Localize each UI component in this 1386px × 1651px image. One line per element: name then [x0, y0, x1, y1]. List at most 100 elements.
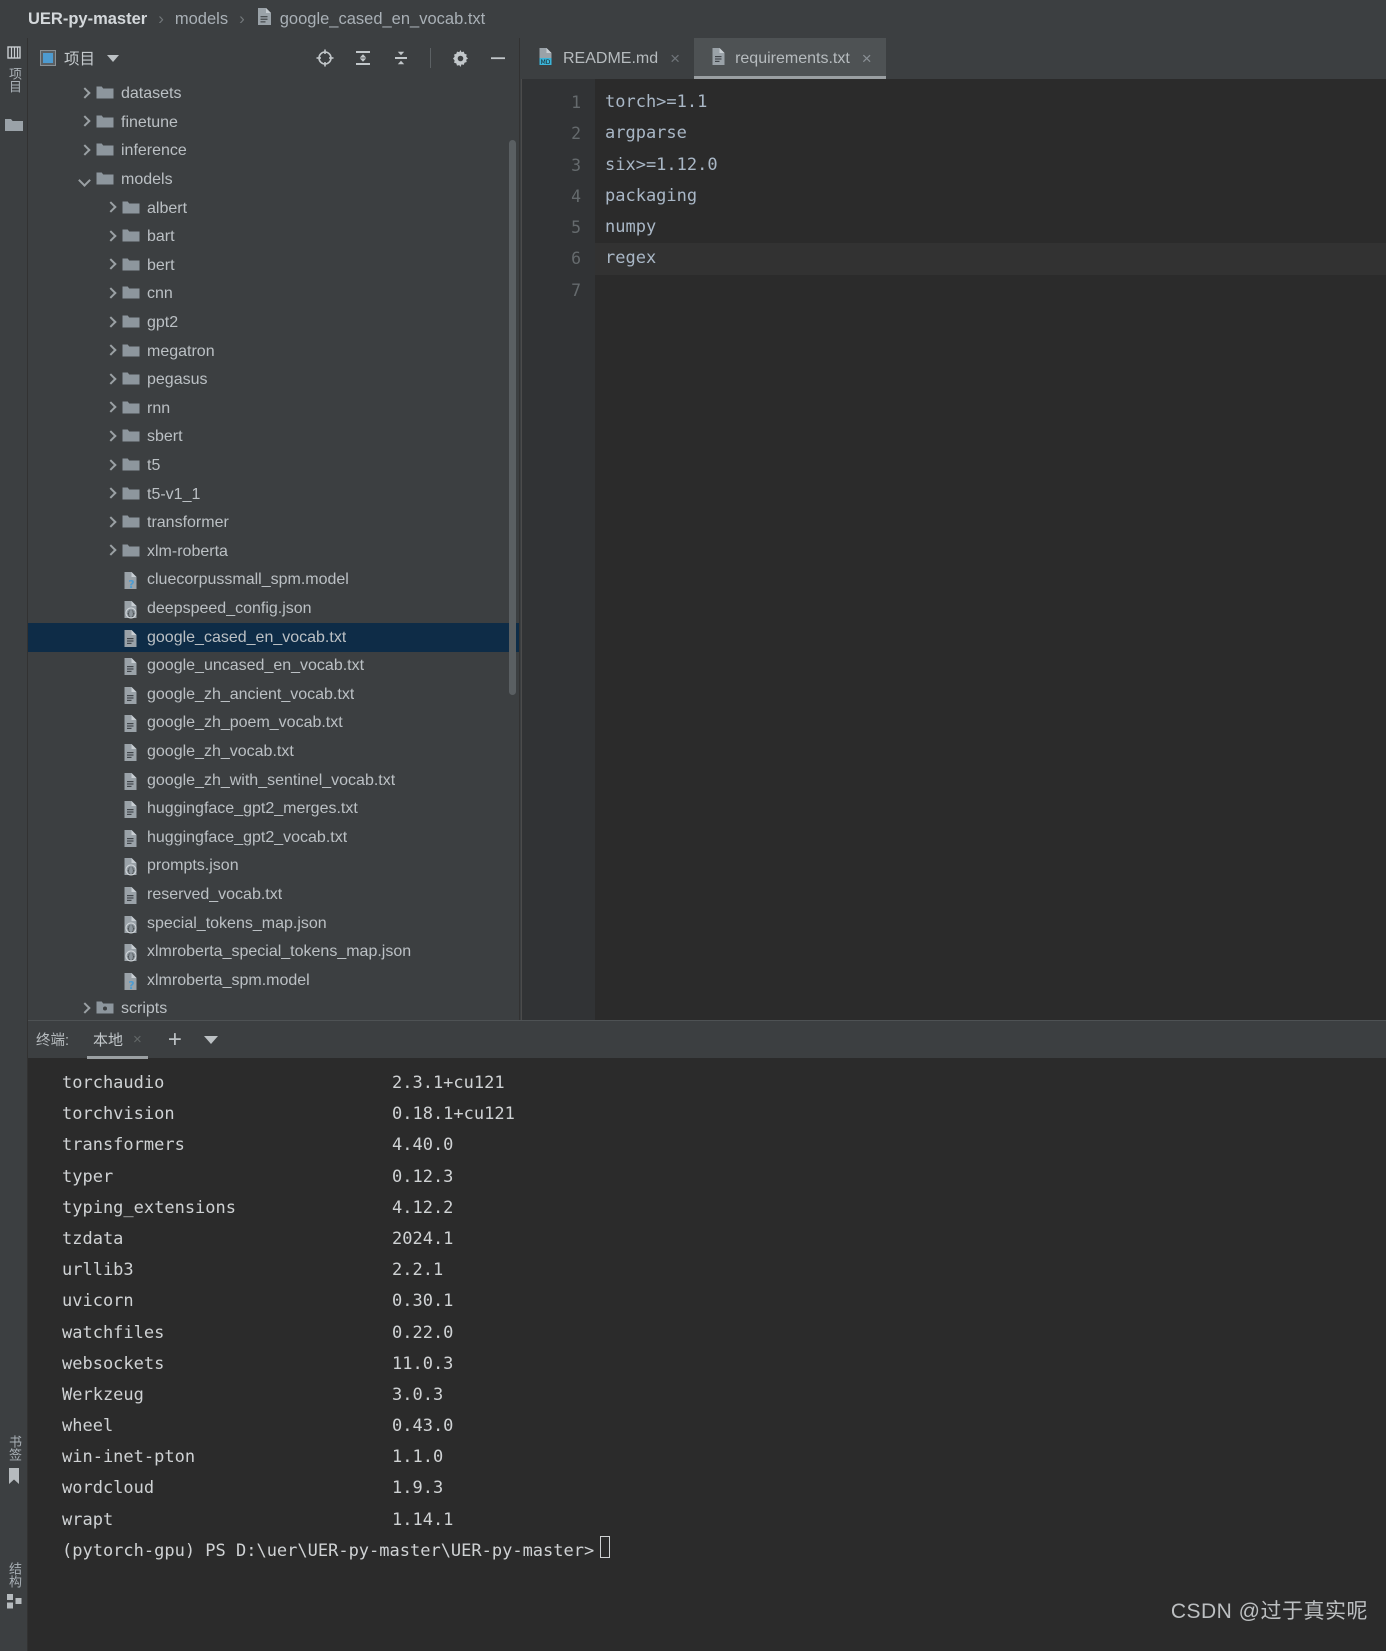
code-line[interactable]: regex — [595, 243, 1386, 275]
code-line[interactable]: six>=1.12.0 — [605, 150, 1386, 181]
tree-file-row[interactable]: huggingface_gpt2_merges.txt — [28, 795, 519, 824]
project-tree[interactable]: datasets finetune inference models albert bar… — [28, 78, 519, 1020]
terminal-caret — [600, 1535, 611, 1558]
chevron-right-icon[interactable] — [104, 402, 117, 415]
tree-folder-row[interactable]: pegasus — [28, 366, 519, 395]
tree-file-row[interactable]: google_cased_en_vocab.txt — [28, 623, 519, 652]
chevron-right-icon[interactable] — [104, 517, 117, 530]
chevron-right-icon[interactable] — [104, 288, 117, 301]
tree-file-row[interactable]: {} special_tokens_map.json — [28, 909, 519, 938]
chevron-right-icon[interactable] — [78, 88, 91, 101]
chevron-right-icon[interactable] — [78, 116, 91, 129]
chevron-down-icon[interactable] — [78, 174, 91, 187]
code-line[interactable]: torch>=1.1 — [605, 87, 1386, 118]
tree-folder-row[interactable]: transformer — [28, 509, 519, 538]
tree-file-row[interactable]: ? cluecorpussmall_spm.model — [28, 566, 519, 595]
tree-file-row[interactable]: {} deepspeed_config.json — [28, 595, 519, 624]
md-file-icon: MD — [537, 47, 555, 71]
locate-icon[interactable] — [314, 47, 336, 69]
txt-file-icon — [122, 629, 140, 647]
close-icon[interactable]: × — [862, 49, 872, 69]
tree-folder-row[interactable]: sbert — [28, 423, 519, 452]
tree-folder-row[interactable]: rnn — [28, 395, 519, 424]
tree-file-row[interactable]: ? xlmroberta_spm.model — [28, 966, 519, 995]
collapse-all-icon[interactable] — [390, 47, 412, 69]
tree-folder-row[interactable]: inference — [28, 137, 519, 166]
tree-file-row[interactable]: google_zh_ancient_vocab.txt — [28, 680, 519, 709]
chevron-right-icon[interactable] — [104, 202, 117, 215]
activity-tab-project[interactable]: 项目 — [0, 44, 28, 93]
tree-folder-row[interactable]: albert — [28, 194, 519, 223]
terminal-header: 终端: 本地 × + — [28, 1020, 1386, 1059]
no-arrow — [104, 946, 117, 959]
code-line[interactable]: packaging — [605, 181, 1386, 212]
terminal-panel: 终端: 本地 × + torchaudio 2.3.1+cu121 torchvis… — [28, 1020, 1386, 1651]
terminal-package-row: websockets 11.0.3 — [62, 1349, 1386, 1380]
folder-icon — [122, 486, 140, 504]
expand-all-icon[interactable] — [352, 47, 374, 69]
plus-icon[interactable]: + — [168, 1027, 182, 1052]
terminal-output[interactable]: torchaudio 2.3.1+cu121 torchvision 0.18.1+c… — [28, 1058, 1386, 1651]
tree-folder-row[interactable]: models — [28, 166, 519, 195]
tree-folder-row[interactable]: gpt2 — [28, 309, 519, 338]
tree-file-row[interactable]: {} xlmroberta_special_tokens_map.json — [28, 938, 519, 967]
activity-tab-folder[interactable] — [0, 116, 28, 139]
code-line[interactable]: numpy — [605, 212, 1386, 243]
editor-tab[interactable]: requirements.txt × — [694, 38, 886, 79]
chevron-down-icon[interactable] — [107, 54, 120, 62]
tree-folder-row[interactable]: t5 — [28, 452, 519, 481]
tree-folder-row[interactable]: cnn — [28, 280, 519, 309]
tree-folder-row[interactable]: datasets — [28, 80, 519, 109]
svg-text:{}: {} — [127, 610, 135, 618]
chevron-right-icon[interactable] — [104, 231, 117, 244]
chevron-right-icon[interactable] — [104, 545, 117, 558]
breadcrumb-file[interactable]: google_cased_en_vocab.txt — [280, 10, 486, 29]
tree-file-row[interactable]: google_zh_with_sentinel_vocab.txt — [28, 766, 519, 795]
tree-folder-row[interactable]: xlm-roberta — [28, 538, 519, 567]
code-content[interactable]: torch>=1.1 argparse six>=1.12.0 packaging nu… — [595, 79, 1386, 1020]
tree-file-row[interactable]: google_uncased_en_vocab.txt — [28, 652, 519, 681]
chevron-right-icon[interactable] — [104, 374, 117, 387]
tree-folder-row[interactable]: finetune — [28, 109, 519, 138]
tree-folder-row[interactable]: bart — [28, 223, 519, 252]
chevron-right-icon[interactable] — [104, 431, 117, 444]
code-view[interactable]: 1 2 3 4 5 6 7 torch>=1.1 argparse six>=1.12.0 pac… — [521, 79, 1386, 1020]
close-icon[interactable]: × — [670, 49, 680, 69]
code-line[interactable]: argparse — [605, 118, 1386, 149]
code-line[interactable] — [605, 275, 1386, 306]
tree-file-row[interactable]: {} prompts.json — [28, 852, 519, 881]
tree-file-row[interactable]: reserved_vocab.txt — [28, 881, 519, 910]
close-icon[interactable]: × — [133, 1031, 142, 1048]
folder-icon — [122, 257, 140, 275]
activity-tab-bookmarks[interactable]: 书签 — [0, 1435, 28, 1491]
chevron-right-icon[interactable] — [104, 317, 117, 330]
breadcrumb-models[interactable]: models — [175, 10, 228, 29]
tree-folder-row[interactable]: megatron — [28, 337, 519, 366]
tree-row-label: cnn — [147, 285, 173, 303]
chevron-right-icon[interactable] — [104, 259, 117, 272]
chevron-down-icon[interactable] — [203, 1035, 218, 1044]
chevron-right-icon[interactable] — [78, 1003, 91, 1016]
breadcrumb-root[interactable]: UER-py-master — [28, 10, 147, 29]
tree-file-row[interactable]: google_zh_vocab.txt — [28, 738, 519, 767]
gear-icon[interactable] — [449, 47, 471, 69]
minimize-icon[interactable] — [487, 47, 509, 69]
package-name: win-inet-pton — [62, 1447, 196, 1468]
chevron-right-icon[interactable] — [104, 345, 117, 358]
tree-folder-row[interactable]: scripts — [28, 995, 519, 1020]
project-tree-scrollbar[interactable] — [509, 140, 516, 695]
terminal-tab-local[interactable]: 本地 × — [87, 1021, 148, 1059]
tree-folder-row[interactable]: bert — [28, 252, 519, 281]
tree-folder-row[interactable]: t5-v1_1 — [28, 480, 519, 509]
editor-tab[interactable]: MD README.md × — [521, 38, 694, 79]
chevron-right-icon[interactable] — [78, 145, 91, 158]
tree-file-row[interactable]: google_zh_poem_vocab.txt — [28, 709, 519, 738]
tree-row-label: pegasus — [147, 371, 208, 389]
chevron-right-icon[interactable] — [104, 488, 117, 501]
terminal-prompt-row[interactable]: (pytorch-gpu) PS D:\uer\UER-py-master\UE… — [62, 1535, 1386, 1567]
tree-row-label: scripts — [121, 1000, 168, 1018]
tree-row-label: datasets — [121, 85, 182, 103]
chevron-right-icon[interactable] — [104, 460, 117, 473]
activity-tab-structure[interactable]: 结构 — [0, 1562, 28, 1615]
tree-file-row[interactable]: huggingface_gpt2_vocab.txt — [28, 823, 519, 852]
